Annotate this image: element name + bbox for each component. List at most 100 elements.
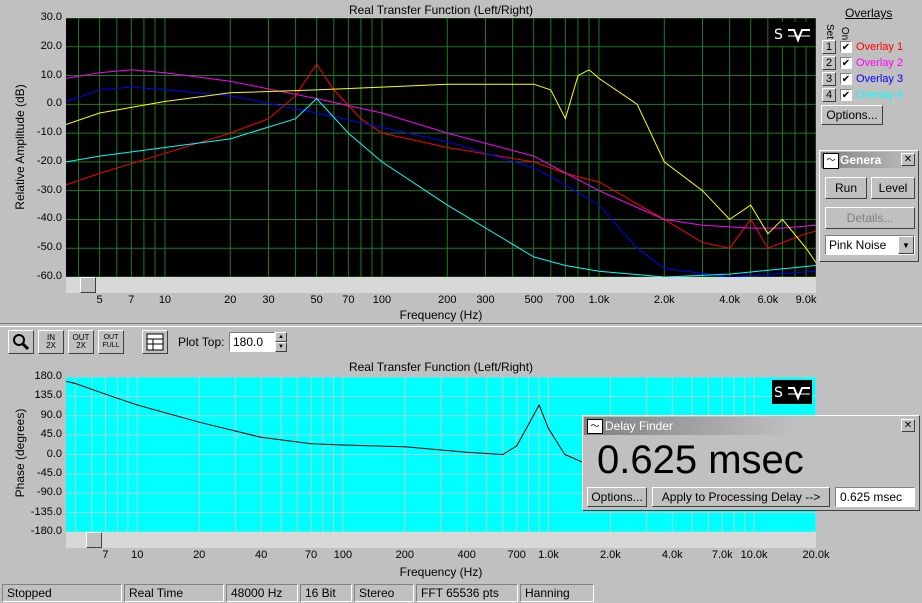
status-cell-1: Stopped <box>2 584 122 602</box>
x-tick-label: 9.0k <box>795 294 817 306</box>
x-tick-label: 20 <box>224 294 237 306</box>
y-tick-label: 0.0 <box>46 97 62 110</box>
plot-top-stepper-down[interactable]: ▼ <box>275 342 287 352</box>
zoom-full-button[interactable]: OUT FULL <box>98 330 124 354</box>
overlay-set-button-2[interactable]: 2 <box>822 56 836 70</box>
magnify-button[interactable] <box>8 330 34 354</box>
top-chart-title: Real Transfer Function (Left/Right) <box>348 3 534 17</box>
x-tick-label: 2.0k <box>599 549 621 561</box>
y-tick-label: 180.0 <box>34 370 62 382</box>
x-tick-label: 10 <box>131 549 144 561</box>
delay-value-display: 0.625 msec <box>597 438 804 482</box>
overlay-checkbox-1[interactable]: ✔ <box>840 41 852 53</box>
delay-finder-app-icon: 〜 <box>587 419 603 434</box>
chevron-down-icon[interactable]: ▼ <box>898 236 914 254</box>
generator-app-icon: 〜 <box>823 153 839 169</box>
panel-divider <box>0 323 922 327</box>
delay-finder-close-button[interactable]: ✕ <box>901 419 915 432</box>
svg-text:S: S <box>774 385 783 401</box>
y-tick-label: -90.0 <box>36 486 62 499</box>
overlays-col-set: Set <box>824 23 836 40</box>
overlay-set-button-1[interactable]: 1 <box>822 40 836 54</box>
generator-panel: 〜 Genera ✕ Run Level Details... Pink Noi… <box>819 150 919 262</box>
y-tick-label: 30.0 <box>40 11 62 23</box>
top-scrollbar[interactable] <box>66 277 816 293</box>
bottom-chart-logo-icon: S <box>772 380 812 404</box>
x-tick-label: 40 <box>254 549 268 561</box>
generator-titlebar[interactable]: 〜 Genera ✕ <box>821 152 917 169</box>
y-tick-label: 90.0 <box>40 408 62 421</box>
y-tick-label: 20.0 <box>40 39 62 52</box>
y-tick-label: -135.0 <box>30 505 62 518</box>
y-tick-label: 135.0 <box>34 389 62 402</box>
zoom-out-button[interactable]: OUT 2X <box>68 330 94 354</box>
generator-title: Genera <box>840 153 882 167</box>
x-tick-label: 400 <box>457 549 476 561</box>
x-tick-label: 20 <box>193 549 206 561</box>
y-tick-label: -180.0 <box>30 525 62 537</box>
bottom-chart-title: Real Transfer Function (Left/Right) <box>348 360 534 374</box>
top-chart-ylabel: Relative Amplitude (dB) <box>13 84 27 210</box>
top-scrollbar-thumb[interactable] <box>80 277 96 293</box>
x-tick-label: 20.0k <box>802 549 830 561</box>
y-tick-label: 10.0 <box>40 68 62 81</box>
delay-value-field[interactable]: 0.625 msec <box>835 487 915 507</box>
x-tick-label: 2.0k <box>653 294 675 306</box>
y-tick-label: -30.0 <box>36 183 62 196</box>
svg-text:S: S <box>774 27 783 43</box>
generator-run-button[interactable]: Run <box>825 177 867 199</box>
y-tick-label: -10.0 <box>36 126 62 139</box>
generator-details-button: Details... <box>825 207 915 229</box>
noise-type-select[interactable]: Pink Noise ▼ <box>825 235 915 255</box>
overlay-set-button-3[interactable]: 3 <box>822 72 836 86</box>
x-tick-label: 10 <box>158 294 172 306</box>
x-tick-label: 30 <box>262 294 275 306</box>
delay-finder-title: Delay Finder <box>605 419 674 433</box>
noise-type-value: Pink Noise <box>829 238 887 252</box>
x-tick-label: 6.0k <box>757 294 779 306</box>
status-cell-3: 48000 Hz <box>226 584 298 602</box>
generator-close-button[interactable]: ✕ <box>901 153 915 166</box>
y-tick-label: -50.0 <box>36 241 62 254</box>
overlay-checkbox-3[interactable]: ✔ <box>840 73 852 85</box>
bottom-scrollbar-thumb[interactable] <box>86 532 102 548</box>
calculator-button[interactable] <box>142 330 168 354</box>
delay-finder-window: 〜 Delay Finder ✕ 0.625 msec Options... A… <box>582 415 920 511</box>
x-tick-label: 4.0k <box>661 549 683 561</box>
x-tick-label: 10.0k <box>740 549 768 561</box>
status-cell-5: Stereo <box>354 584 414 602</box>
x-tick-label: 1.0k <box>538 549 559 561</box>
plot-top-label: Plot Top: <box>178 335 225 349</box>
status-cell-4: 16 Bit <box>300 584 352 602</box>
top-chart-xlabel: Frequency (Hz) <box>399 308 483 322</box>
overlays-options-button[interactable]: Options... <box>821 105 883 125</box>
y-tick-label: 45.0 <box>40 428 62 441</box>
plot-top-input[interactable]: 180.0 <box>229 332 275 352</box>
plot-top-stepper-up[interactable]: ▲ <box>275 332 287 342</box>
delay-options-button[interactable]: Options... <box>587 487 647 507</box>
overlay-set-button-4[interactable]: 4 <box>822 88 836 102</box>
generator-level-button[interactable]: Level <box>871 177 915 199</box>
overlay-checkbox-4[interactable]: ✔ <box>840 89 852 101</box>
status-cell-7: Hanning <box>520 584 594 602</box>
overlay-checkbox-2[interactable]: ✔ <box>840 57 852 69</box>
overlay-label-2: Overlay 2 <box>856 57 904 69</box>
plot-top-value: 180.0 <box>233 335 264 349</box>
magnify-icon <box>13 334 30 351</box>
zoom-out-icon: OUT 2X <box>72 333 90 350</box>
delay-finder-titlebar[interactable]: 〜 Delay Finder <box>584 417 794 435</box>
apply-processing-delay-button[interactable]: Apply to Processing Delay --> <box>652 487 830 507</box>
x-tick-label: 1.0k <box>588 294 610 306</box>
y-tick-label: -20.0 <box>36 154 62 167</box>
zoom-in-button[interactable]: IN 2X <box>38 330 64 354</box>
y-tick-label: 0.0 <box>46 447 62 460</box>
zoom-full-icon: OUT FULL <box>102 334 120 349</box>
y-tick-label: -40.0 <box>36 212 62 225</box>
x-tick-label: 4.0k <box>719 294 741 306</box>
table-icon <box>146 333 164 351</box>
amplitude-chart[interactable] <box>66 18 816 277</box>
plot-background <box>66 18 816 277</box>
bottom-scrollbar[interactable] <box>66 532 816 548</box>
top-chart-logo-icon: S <box>772 22 812 46</box>
x-tick-label: 300 <box>476 294 495 306</box>
